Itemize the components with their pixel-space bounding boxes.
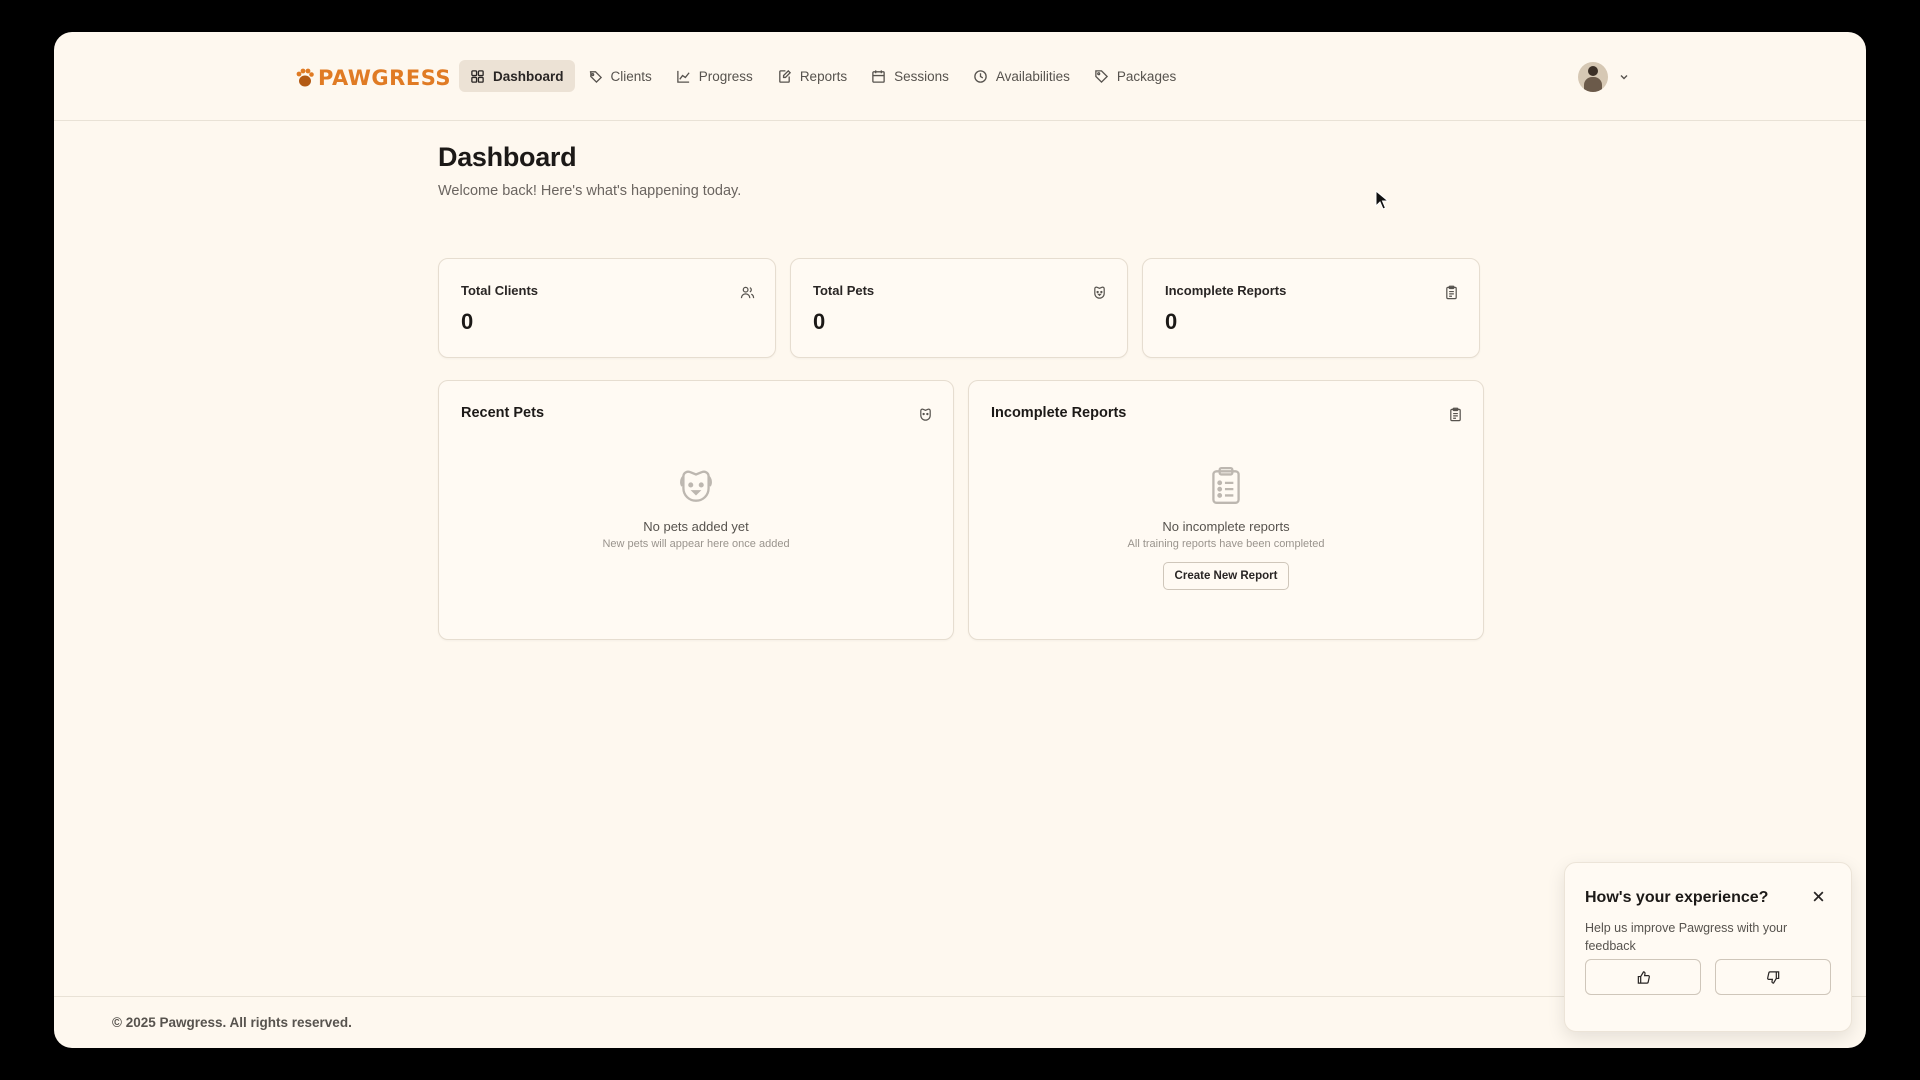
nav-availabilities[interactable]: Availabilities [962,60,1081,92]
empty-title: No incomplete reports [1162,519,1290,534]
nav-label: Sessions [894,68,949,84]
page-title: Dashboard [438,142,577,172]
main-content: Dashboard Welcome back! Here's what's ha… [438,142,1486,640]
copyright-text: © 2025 Pawgress. All rights reserved. [112,1015,352,1030]
feedback-popup: How's your experience? Help us improve P… [1564,862,1852,1032]
stat-label: Total Pets [813,283,875,298]
empty-state: No pets added yet New pets will appear h… [439,465,953,550]
stat-card-total-clients: Total Clients 0 [438,258,776,358]
line-chart-icon [677,70,690,83]
thumbs-up-icon [1637,970,1650,984]
clipboard-icon [1446,285,1457,300]
dog-icon [920,408,931,421]
brand-name: PAWGRESS [318,66,451,90]
page-subtitle: Welcome back! Here's what's happening to… [438,183,742,199]
close-icon[interactable] [1812,890,1825,903]
tag-heart-icon [589,70,602,83]
dog-icon [1094,286,1105,299]
nav-label: Progress [698,68,753,84]
stat-value: 0 [461,309,474,334]
nav-sessions[interactable]: Sessions [860,60,960,92]
feedback-text: Help us improve Pawgress with your feedb… [1585,921,1788,953]
thumbs-up-button[interactable] [1585,959,1701,995]
user-menu[interactable] [1578,62,1630,92]
dog-icon [680,470,712,502]
empty-title: No pets added yet [643,519,749,534]
nav-label: Reports [799,68,848,84]
nav-reports[interactable]: Reports [766,60,858,92]
top-navigation-bar: PAWGRESS Dashboard Clients Progress Repo… [54,32,1866,121]
nav-dashboard[interactable]: Dashboard [459,60,575,92]
stats-row: Total Clients 0 Total Pets 0 Incomplete … [438,258,1480,358]
incomplete-reports-panel: Incomplete Reports No incomplete reports… [968,380,1484,640]
panel-title: Recent Pets [461,405,545,421]
panel-title: Incomplete Reports [991,405,1127,421]
main-nav: Dashboard Clients Progress Reports Sessi… [459,60,1187,92]
feedback-title: How's your experience? [1585,889,1769,906]
nav-label: Dashboard [493,68,564,84]
empty-subtitle: New pets will appear here once added [602,538,790,550]
nav-label: Packages [1116,68,1177,84]
nav-clients[interactable]: Clients [577,60,663,92]
recent-pets-panel: Recent Pets No pets added yet New pets w… [438,380,954,640]
thumbs-down-icon [1766,970,1779,984]
clipboard-list-icon [1212,466,1240,504]
stat-label: Incomplete Reports [1165,283,1287,298]
stat-label: Total Clients [461,283,539,298]
avatar[interactable] [1578,62,1608,92]
create-new-report-button[interactable]: Create New Report [1162,562,1290,590]
nav-packages[interactable]: Packages [1083,60,1187,92]
thumbs-down-button[interactable] [1715,959,1831,995]
tag-icon [1095,69,1108,83]
panels-row: Recent Pets No pets added yet New pets w… [438,380,1484,640]
clipboard-icon [1450,407,1461,422]
stat-card-total-pets: Total Pets 0 [790,258,1128,358]
nav-progress[interactable]: Progress [665,60,764,92]
edit-document-icon [778,69,791,83]
calendar-icon [872,69,885,83]
stat-value: 0 [1165,309,1178,334]
chevron-down-icon[interactable] [1618,71,1630,83]
paw-icon [296,68,314,87]
pawgress-logo[interactable]: PAWGRESS [296,64,451,92]
clock-icon [974,69,987,83]
empty-subtitle: All training reports have been completed [1127,538,1325,550]
grid-icon [471,69,484,83]
mouse-cursor-icon [1375,190,1389,210]
stat-card-incomplete-reports: Incomplete Reports 0 [1142,258,1480,358]
empty-state: No incomplete reports All training repor… [969,465,1483,590]
nav-label: Clients [610,68,652,84]
users-icon [740,286,755,299]
nav-label: Availabilities [995,68,1070,84]
stat-value: 0 [813,309,826,334]
